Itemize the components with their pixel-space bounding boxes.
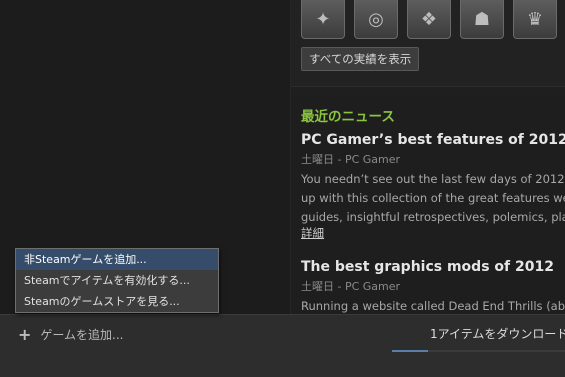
news-details-link[interactable]: 詳細 (301, 227, 565, 239)
news-body-line: up with this collection of the great fea… (301, 191, 565, 205)
menu-item-add-non-steam-game[interactable]: 非Steamゲームを追加... (16, 249, 218, 270)
bottom-bar: + ゲームを追加... 1アイテムをダウンロード (0, 314, 565, 377)
plus-icon: + (18, 325, 32, 344)
news-body-line: You needn’t see out the last few days of… (301, 172, 565, 186)
download-progress-bar (392, 350, 565, 352)
recent-news-panel: 最近のニュース PC Gamer’s best features of 2012… (291, 96, 565, 314)
news-title[interactable]: The best graphics mods of 2012 (301, 259, 565, 275)
news-meta: 土曜日 - PC Gamer (301, 153, 401, 166)
achievements-panel: ✦ ◎ ❖ ☗ ♛ すべての実績を表示 (291, 0, 565, 87)
news-body: Running a website called Dead End Thrill… (301, 297, 565, 314)
news-body-line: Running a website called Dead End Thrill… (301, 299, 565, 313)
achievement-figure-shield-icon[interactable]: ☗ (460, 0, 504, 39)
achievement-wolf-crest-icon[interactable]: ✦ (301, 0, 345, 39)
add-game-label: ゲームを追加... (40, 328, 124, 342)
news-meta: 土曜日 - PC Gamer (301, 280, 401, 293)
download-status-link[interactable]: 1アイテムをダウンロード (430, 325, 565, 342)
achievement-crown-emblem-icon[interactable]: ♛ (513, 0, 557, 39)
news-body: You needn’t see out the last few days of… (301, 170, 565, 227)
download-progress-fill (392, 350, 429, 352)
news-item: PC Gamer’s best features of 2012 土曜日 - P… (301, 132, 565, 239)
news-item: The best graphics mods of 2012 土曜日 - PC … (301, 259, 565, 314)
show-all-achievements-button[interactable]: すべての実績を表示 (301, 47, 420, 71)
achievement-dragon-emblem-icon[interactable]: ❖ (407, 0, 451, 39)
menu-item-activate-product[interactable]: Steamでアイテムを有効化する... (16, 270, 218, 291)
news-title[interactable]: PC Gamer’s best features of 2012 (301, 132, 565, 148)
achievement-circle-emblem-icon[interactable]: ◎ (354, 0, 398, 39)
achievement-icons-row: ✦ ◎ ❖ ☗ ♛ (301, 0, 557, 39)
news-body-line: guides, insightful retrospectives, polem… (301, 210, 565, 224)
menu-item-browse-store[interactable]: Steamのゲームストアを見る... (16, 291, 218, 312)
add-game-button[interactable]: + ゲームを追加... (18, 325, 124, 344)
add-game-context-menu: 非Steamゲームを追加... Steamでアイテムを有効化する... Stea… (15, 248, 219, 313)
news-heading: 最近のニュース (301, 109, 395, 125)
